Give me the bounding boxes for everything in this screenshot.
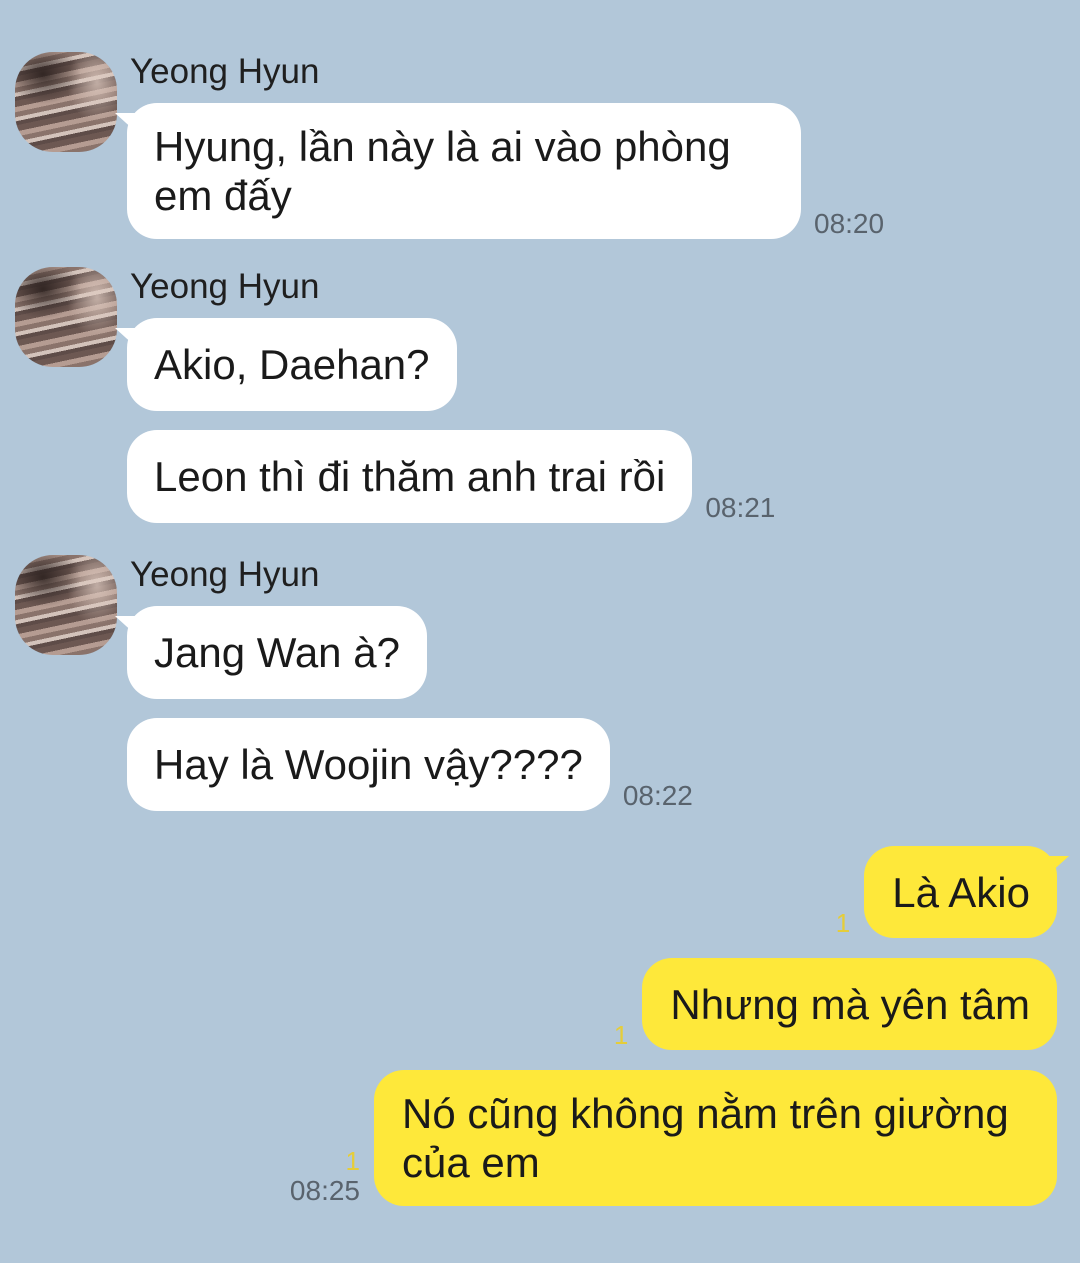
sender-name: Yeong Hyun xyxy=(130,52,320,91)
message-text: Hyung, lần này là ai vào phòng em đấy xyxy=(154,123,731,219)
message-row: Hyung, lần này là ai vào phòng em đấy 08… xyxy=(115,103,884,239)
received-message-group: Yeong Hyun Jang Wan à? Hay là Woojin vậy… xyxy=(0,555,1080,811)
message-meta: 08:20 xyxy=(814,209,884,239)
message-meta: 08:22 xyxy=(623,781,693,811)
message-meta: 1 xyxy=(614,1020,628,1050)
message-meta: 1 08:25 xyxy=(290,1146,360,1206)
unread-count: 1 xyxy=(345,1146,360,1176)
sender-avatar[interactable] xyxy=(15,555,117,655)
message-meta: 1 xyxy=(836,908,850,938)
message-bubble[interactable]: Jang Wan à? xyxy=(115,606,427,699)
message-text: Akio, Daehan? xyxy=(154,341,430,388)
message-bubble[interactable]: Leon thì đi thăm anh trai rồi xyxy=(127,430,693,523)
message-list: Jang Wan à? Hay là Woojin vậy???? 08:22 xyxy=(115,606,693,811)
message-list: Akio, Daehan? Leon thì đi thăm anh trai … xyxy=(115,318,775,523)
sender-name: Yeong Hyun xyxy=(130,555,320,594)
message-timestamp: 08:21 xyxy=(705,492,776,523)
message-row: Hay là Woojin vậy???? 08:22 xyxy=(127,718,693,811)
unread-count: 1 xyxy=(613,1020,629,1050)
message-meta: 08:21 xyxy=(705,493,775,523)
message-text: Nó cũng không nằm trên giường của em xyxy=(402,1090,1009,1186)
message-text: Là Akio xyxy=(892,868,1030,916)
message-text: Jang Wan à? xyxy=(154,629,400,676)
received-message-group: Yeong Hyun Akio, Daehan? Leon thì đi thă… xyxy=(0,267,1080,523)
unread-count: 1 xyxy=(835,908,851,938)
message-row: Akio, Daehan? xyxy=(115,318,457,411)
message-row: Leon thì đi thăm anh trai rồi 08:21 xyxy=(127,430,775,523)
message-row: 1 Là Akio xyxy=(836,846,1069,938)
message-text: Hay là Woojin vậy???? xyxy=(154,741,583,788)
message-bubble[interactable]: Hay là Woojin vậy???? xyxy=(127,718,610,811)
message-bubble[interactable]: Nhưng mà yên tâm xyxy=(642,958,1057,1050)
sender-avatar[interactable] xyxy=(15,52,117,152)
received-message-group: Yeong Hyun Hyung, lần này là ai vào phòn… xyxy=(0,52,1080,239)
message-bubble[interactable]: Nó cũng không nằm trên giường của em xyxy=(374,1070,1057,1206)
message-text: Nhưng mà yên tâm xyxy=(670,980,1030,1028)
message-row: 1 Nhưng mà yên tâm xyxy=(614,958,1057,1050)
message-timestamp: 08:22 xyxy=(622,780,693,811)
message-timestamp: 08:25 xyxy=(289,1175,360,1206)
message-row: 1 08:25 Nó cũng không nằm trên giường củ… xyxy=(290,1070,1057,1206)
sender-name: Yeong Hyun xyxy=(130,267,320,306)
message-list: Hyung, lần này là ai vào phòng em đấy 08… xyxy=(115,103,884,239)
message-bubble[interactable]: Là Akio xyxy=(864,846,1069,938)
sender-avatar[interactable] xyxy=(15,267,117,367)
message-text: Leon thì đi thăm anh trai rồi xyxy=(154,453,666,500)
message-timestamp: 08:20 xyxy=(814,208,885,239)
chat-room[interactable]: Yeong Hyun Hyung, lần này là ai vào phòn… xyxy=(0,0,1080,1263)
sent-message-group: 1 Là Akio 1 Nhưng mà yên tâm 1 08:25 Nó … xyxy=(290,846,1069,1206)
message-bubble[interactable]: Akio, Daehan? xyxy=(115,318,457,411)
message-row: Jang Wan à? xyxy=(115,606,427,699)
message-bubble[interactable]: Hyung, lần này là ai vào phòng em đấy xyxy=(115,103,801,239)
